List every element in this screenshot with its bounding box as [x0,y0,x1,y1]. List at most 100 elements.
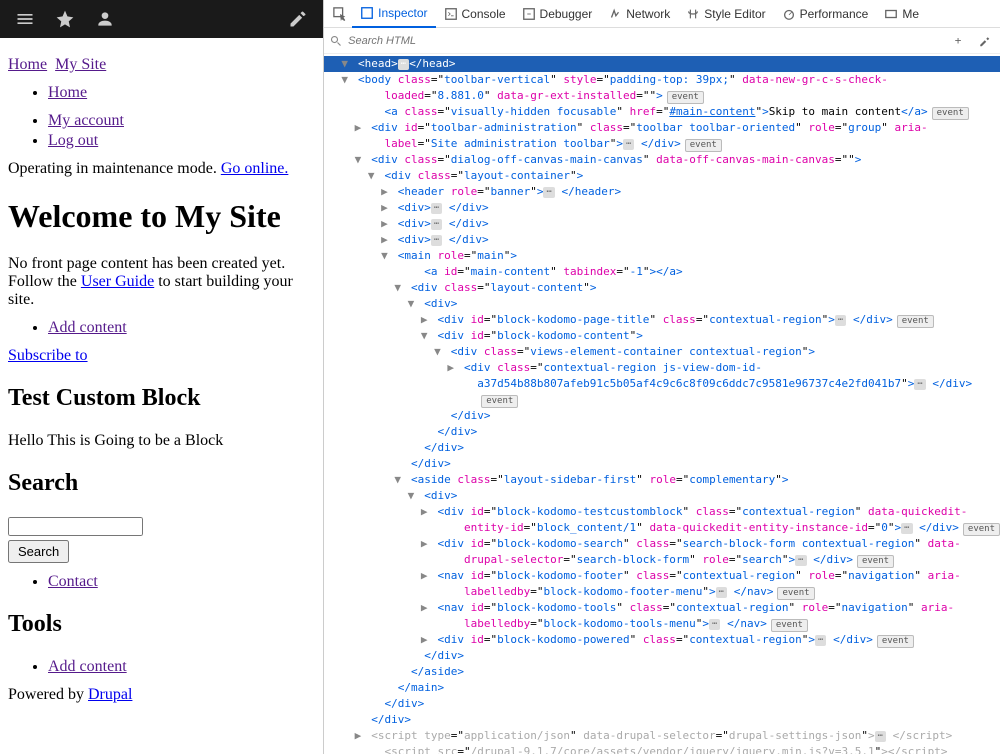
tools-heading: Tools [8,611,315,638]
maintenance-notice: Operating in maintenance mode. Go online… [8,160,315,178]
admin-toolbar [0,0,323,38]
tab-network[interactable]: Network [600,0,678,28]
dom-row[interactable]: ▶ <div>⋯ </div> [324,232,1000,248]
dom-row[interactable]: ▼ <main role="main"> [324,248,1000,264]
subscribe-link[interactable]: Subscribe to [8,347,88,364]
breadcrumb-home[interactable]: Home [8,56,47,73]
welcome-line1: No front page content has been created y… [8,255,285,272]
dom-row[interactable]: </div> [324,440,1000,456]
dom-row[interactable]: a37d54b88b807afeb91c5b05af4c9c6c8f09c6dd… [324,376,1000,392]
user-guide-link[interactable]: User Guide [81,273,154,290]
dom-row[interactable]: drupal-selector="search-block-form" role… [324,552,1000,568]
dom-row[interactable]: </main> [324,680,1000,696]
powered-by: Powered by Drupal [8,686,315,704]
tab-inspector[interactable]: Inspector [352,0,435,28]
user-nav: My account Log out [28,112,315,150]
html-search-input[interactable] [348,35,942,47]
rendered-page: Home My Site Home My account Log out Ope… [0,0,323,754]
element-picker-icon[interactable] [328,0,352,28]
dom-row[interactable]: ▼ <div id="block-kodomo-content"> [324,328,1000,344]
dom-row[interactable]: label="Site administration toolbar">⋯ </… [324,136,1000,152]
dom-row[interactable]: ▼ <div class="layout-content"> [324,280,1000,296]
dom-row[interactable]: </div> [324,456,1000,472]
dom-row[interactable]: </div> [324,408,1000,424]
dom-row[interactable]: <a class="visually-hidden focusable" hre… [324,104,1000,120]
custom-block-title: Test Custom Block [8,385,315,412]
maintenance-text: Operating in maintenance mode. [8,160,221,177]
pencil-icon[interactable] [281,2,315,36]
custom-block-body: Hello This is Going to be a Block [8,432,315,450]
dom-row[interactable]: entity-id="block_content/1" data-quicked… [324,520,1000,536]
dom-row[interactable]: ▼ <div> [324,296,1000,312]
footer-nav: Contact [28,573,315,591]
dom-row[interactable]: ▶ <div>⋯ </div> [324,216,1000,232]
breadcrumb-site[interactable]: My Site [55,56,106,73]
page-title: Welcome to My Site [8,198,315,235]
dom-row[interactable]: </div> [324,648,1000,664]
dom-row[interactable]: ▼ <aside class="layout-sidebar-first" ro… [324,472,1000,488]
tools-nav: Add content [28,658,315,676]
dom-row[interactable]: ▶ <div>⋯ </div> [324,200,1000,216]
dom-row[interactable]: <script src="/drupal-9.1.7/core/assets/v… [324,744,1000,754]
dom-row[interactable]: <a id="main-content" tabindex="-1"></a> [324,264,1000,280]
breadcrumb: Home My Site [8,56,315,74]
welcome-body: No front page content has been created y… [8,255,315,309]
star-icon[interactable] [48,2,82,36]
tools-add-content[interactable]: Add content [48,658,127,675]
dom-row[interactable]: ▼ <div class="views-element-container co… [324,344,1000,360]
dom-row[interactable]: </aside> [324,664,1000,680]
dom-row[interactable]: </div> [324,712,1000,728]
dom-row[interactable]: ▶ <div id="block-kodomo-search" class="s… [324,536,1000,552]
primary-nav: Home [28,84,315,102]
tab-debugger[interactable]: Debugger [514,0,601,28]
html-search-bar: + [324,28,1000,54]
welcome-line2a: Follow the [8,273,81,290]
add-node-icon[interactable]: + [948,31,968,51]
search-icon [330,35,342,47]
tab-more[interactable]: Me [876,0,927,28]
dom-tree[interactable]: ▼ <head>⋯</head> ▼ <body class="toolbar-… [324,54,1000,754]
dom-row[interactable]: ▶ <nav id="block-kodomo-footer" class="c… [324,568,1000,584]
search-heading: Search [8,470,315,497]
tab-performance[interactable]: Performance [774,0,877,28]
dom-row[interactable]: </div> [324,696,1000,712]
dom-row[interactable]: ▼ <head>⋯</head> [324,56,1000,72]
nav-my-account[interactable]: My account [48,112,124,129]
dom-row[interactable]: labelledby="block-kodomo-tools-menu">⋯ <… [324,616,1000,632]
dom-row[interactable]: ▶ <div class="contextual-region js-view-… [324,360,1000,376]
dom-row[interactable]: ▼ <div class="dialog-off-canvas-main-can… [324,152,1000,168]
search-form: Search [8,517,315,563]
dom-row[interactable]: ▶ <div id="block-kodomo-testcustomblock"… [324,504,1000,520]
dom-row[interactable]: labelledby="block-kodomo-footer-menu">⋯ … [324,584,1000,600]
search-input[interactable] [8,517,143,536]
tab-style-editor[interactable]: Style Editor [678,0,773,28]
devtools-pane: Inspector Console Debugger Network Style… [323,0,1000,754]
go-online-link[interactable]: Go online. [221,160,289,177]
user-icon[interactable] [88,2,122,36]
eyedropper-icon[interactable] [974,31,994,51]
dom-row[interactable]: ▶ <div id="toolbar-administration" class… [324,120,1000,136]
dom-row[interactable]: ▼ <div> [324,488,1000,504]
nav-logout[interactable]: Log out [48,132,98,149]
dom-row[interactable]: ▼ <div class="layout-container"> [324,168,1000,184]
dom-row[interactable]: </div> [324,424,1000,440]
nav-home[interactable]: Home [48,84,87,101]
powered-prefix: Powered by [8,686,88,703]
add-content-list: Add content [28,319,315,337]
search-button[interactable]: Search [8,540,69,563]
dom-row[interactable]: ▶ <script type="application/json" data-d… [324,728,1000,744]
powered-link[interactable]: Drupal [88,686,132,703]
dom-row[interactable]: ▶ <div id="block-kodomo-powered" class="… [324,632,1000,648]
dom-row[interactable]: ▶ <header role="banner">⋯ </header> [324,184,1000,200]
dom-row[interactable]: ▶ <nav id="block-kodomo-tools" class="co… [324,600,1000,616]
dom-row[interactable]: ▼ <body class="toolbar-vertical" style="… [324,72,1000,88]
devtools-tabs: Inspector Console Debugger Network Style… [324,0,1000,28]
add-content-link[interactable]: Add content [48,319,127,336]
dom-row[interactable]: ▶ <div id="block-kodomo-page-title" clas… [324,312,1000,328]
dom-row[interactable]: event [324,392,1000,408]
nav-contact[interactable]: Contact [48,573,98,590]
page-body: Home My Site Home My account Log out Ope… [0,38,323,722]
tab-console[interactable]: Console [436,0,514,28]
menu-icon[interactable] [8,2,42,36]
dom-row[interactable]: loaded="8.881.0" data-gr-ext-installed="… [324,88,1000,104]
